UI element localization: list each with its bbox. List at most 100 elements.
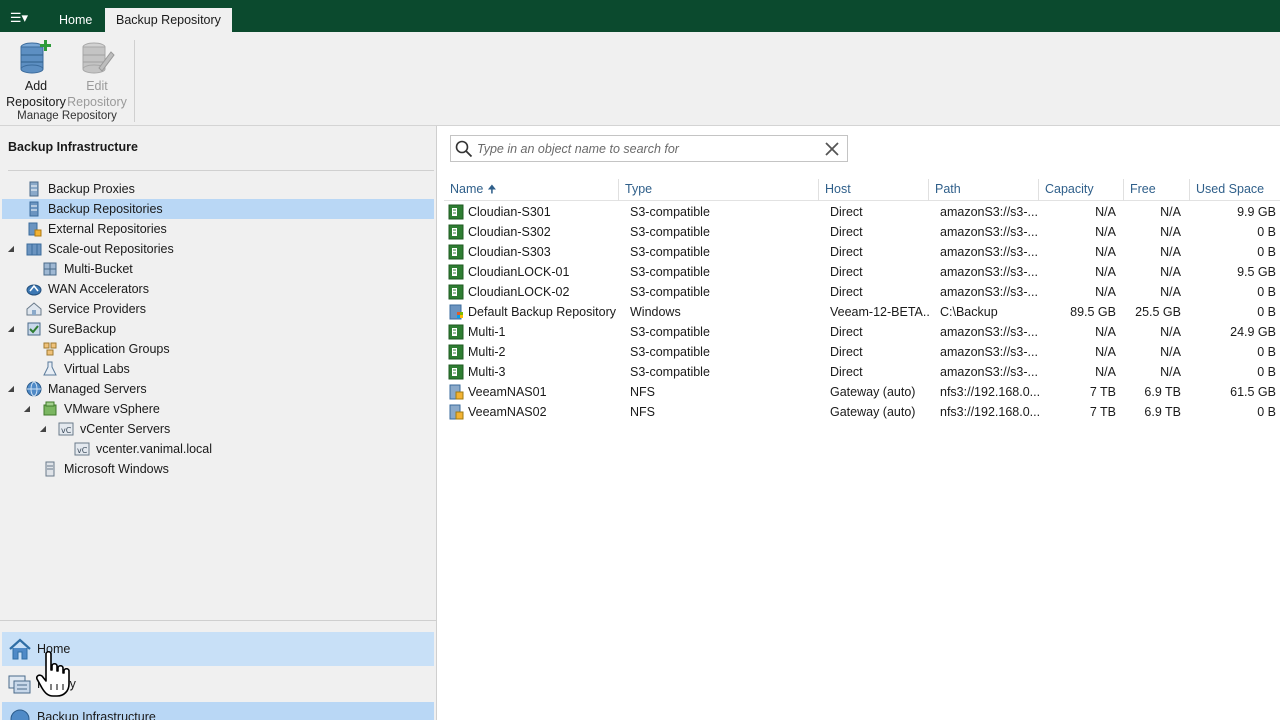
search-box xyxy=(450,135,848,162)
cell-free: 25.5 GB xyxy=(1135,305,1181,319)
add-repository-button[interactable]: Add Repository xyxy=(6,38,66,110)
clear-search-icon[interactable] xyxy=(823,140,841,158)
cell-host: Direct xyxy=(830,325,863,339)
cell-host: Direct xyxy=(830,205,863,219)
cell-host: Direct xyxy=(830,265,863,279)
tree-item-scale-out-repositories[interactable]: ◢ Scale-out Repositories xyxy=(2,239,434,259)
tree-item-wan-accelerators[interactable]: WAN Accelerators xyxy=(2,279,434,299)
table-row[interactable]: Multi-1 S3-compatible Direct amazonS3://s3-… xyxy=(444,322,1280,342)
add-repository-icon xyxy=(20,40,51,74)
hamburger-menu-icon[interactable]: ☰▾ xyxy=(6,8,32,28)
table-row[interactable]: Multi-3 S3-compatible Direct amazonS3://s3-… xyxy=(444,362,1280,382)
cell-host: Direct xyxy=(830,245,863,259)
collapse-arrow-icon[interactable]: ◢ xyxy=(38,419,48,439)
cell-name: Default Backup Repository xyxy=(468,305,616,319)
tree-item-label: Backup Repositories xyxy=(48,202,163,216)
table-row[interactable]: VeeamNAS01 NFS Gateway (auto) nfs3://192.16… xyxy=(444,382,1280,402)
cell-free: 6.9 TB xyxy=(1144,405,1181,419)
s3-repository-icon xyxy=(448,204,464,220)
nav-backup-infrastructure-button[interactable]: Backup Infrastructure xyxy=(2,702,434,720)
tree-item-vmware-vsphere[interactable]: ◢ VMware vSphere xyxy=(2,399,434,419)
tree-item-managed-servers[interactable]: ◢ Managed Servers xyxy=(2,379,434,399)
column-header-name[interactable]: Name 🠉 xyxy=(444,179,618,201)
collapse-arrow-icon[interactable]: ◢ xyxy=(6,379,16,399)
tree-item-vcenter-host[interactable]: vC vcenter.vanimal.local xyxy=(2,439,434,459)
cell-capacity: N/A xyxy=(1095,205,1116,219)
collapse-arrow-icon[interactable]: ◢ xyxy=(6,239,16,259)
cell-free: N/A xyxy=(1160,325,1181,339)
tree-item-surebackup[interactable]: ◢ SureBackup xyxy=(2,319,434,339)
table-row[interactable]: CloudianLOCK-01 S3-compatible Direct amazon… xyxy=(444,262,1280,282)
cell-free: N/A xyxy=(1160,225,1181,239)
s3-repository-icon xyxy=(448,224,464,240)
cell-name: CloudianLOCK-02 xyxy=(468,285,570,299)
ribbon-group-label: Manage Repository xyxy=(17,110,117,122)
cell-capacity: N/A xyxy=(1095,365,1116,379)
edit-repository-button[interactable]: Edit Repository xyxy=(67,38,127,110)
nfs-repository-icon xyxy=(449,404,464,420)
collapse-arrow-icon[interactable]: ◢ xyxy=(22,399,32,419)
cell-used: 0 B xyxy=(1257,245,1276,259)
cell-used: 0 B xyxy=(1257,305,1276,319)
tab-backup-repository[interactable]: Backup Repository xyxy=(105,8,232,32)
search-icon xyxy=(455,140,473,158)
divider xyxy=(8,170,434,171)
table-row[interactable]: CloudianLOCK-02 S3-compatible Direct amazon… xyxy=(444,282,1280,302)
cell-free: N/A xyxy=(1160,365,1181,379)
application-group-icon xyxy=(43,342,57,356)
table-row[interactable]: Cloudian-S302 S3-compatible Direct amazonS3… xyxy=(444,222,1280,242)
tree-item-label: Virtual Labs xyxy=(64,362,130,376)
cell-name: CloudianLOCK-01 xyxy=(468,265,570,279)
cell-type: Windows xyxy=(630,305,681,319)
tab-home[interactable]: Home xyxy=(48,8,103,32)
cell-used: 9.5 GB xyxy=(1237,265,1276,279)
cell-used: 0 B xyxy=(1257,405,1276,419)
cell-used: 9.9 GB xyxy=(1237,205,1276,219)
cell-name: VeeamNAS01 xyxy=(468,385,547,399)
column-header-type[interactable]: Type xyxy=(618,179,818,201)
cell-free: N/A xyxy=(1160,285,1181,299)
tree-item-service-providers[interactable]: Service Providers xyxy=(2,299,434,319)
multi-bucket-icon xyxy=(43,262,57,276)
search-input[interactable] xyxy=(477,140,817,158)
column-header-free[interactable]: Free xyxy=(1123,179,1189,201)
table-row[interactable]: Cloudian-S303 S3-compatible Direct amazonS3… xyxy=(444,242,1280,262)
table-row[interactable]: Cloudian-S301 S3-compatible Direct amazonS3… xyxy=(444,202,1280,222)
tree-item-virtual-labs[interactable]: Virtual Labs xyxy=(2,359,434,379)
collapse-arrow-icon[interactable]: ◢ xyxy=(6,319,16,339)
s3-repository-icon xyxy=(448,284,464,300)
column-header-capacity[interactable]: Capacity xyxy=(1038,179,1123,201)
column-header-used-space[interactable]: Used Space xyxy=(1189,179,1280,201)
cell-name: Multi-3 xyxy=(468,365,506,379)
tree-item-vcenter-servers[interactable]: ◢ vC vCenter Servers xyxy=(2,419,434,439)
tree-item-label: Backup Proxies xyxy=(48,182,135,196)
table-row[interactable]: Default Backup Repository Windows Veeam-12… xyxy=(444,302,1280,322)
column-header-host[interactable]: Host xyxy=(818,179,928,201)
cell-path: amazonS3://s3-... xyxy=(940,365,1038,379)
tree-item-backup-repositories[interactable]: Backup Repositories xyxy=(2,199,434,219)
navigation-pane: Backup Infrastructure Backup Proxies Bac… xyxy=(0,126,437,720)
cell-path: amazonS3://s3-... xyxy=(940,245,1038,259)
tree-item-microsoft-windows[interactable]: Microsoft Windows xyxy=(2,459,434,479)
tree-item-multi-bucket[interactable]: Multi-Bucket xyxy=(2,259,434,279)
cell-name: VeeamNAS02 xyxy=(468,405,547,419)
column-header-path[interactable]: Path xyxy=(928,179,1038,201)
table-row[interactable]: Multi-2 S3-compatible Direct amazonS3://s3-… xyxy=(444,342,1280,362)
home-icon xyxy=(9,638,31,660)
table-row[interactable]: VeeamNAS02 NFS Gateway (auto) nfs3://192.16… xyxy=(444,402,1280,422)
cell-type: S3-compatible xyxy=(630,325,710,339)
cell-type: S3-compatible xyxy=(630,285,710,299)
sort-ascending-icon: 🠉 xyxy=(487,184,497,196)
cell-used: 0 B xyxy=(1257,225,1276,239)
tree-item-backup-proxies[interactable]: Backup Proxies xyxy=(2,179,434,199)
service-provider-icon xyxy=(26,302,42,316)
tree-item-external-repositories[interactable]: External Repositories xyxy=(2,219,434,239)
cell-host: Direct xyxy=(830,345,863,359)
cell-type: NFS xyxy=(630,405,655,419)
cell-path: nfs3://192.168.0... xyxy=(940,385,1040,399)
ribbon: Add Repository Edit Repository Manage Re… xyxy=(0,32,1280,126)
tree-item-application-groups[interactable]: Application Groups xyxy=(2,339,434,359)
managed-servers-icon xyxy=(26,381,42,397)
cell-capacity: N/A xyxy=(1095,345,1116,359)
cell-name: Multi-2 xyxy=(468,345,506,359)
